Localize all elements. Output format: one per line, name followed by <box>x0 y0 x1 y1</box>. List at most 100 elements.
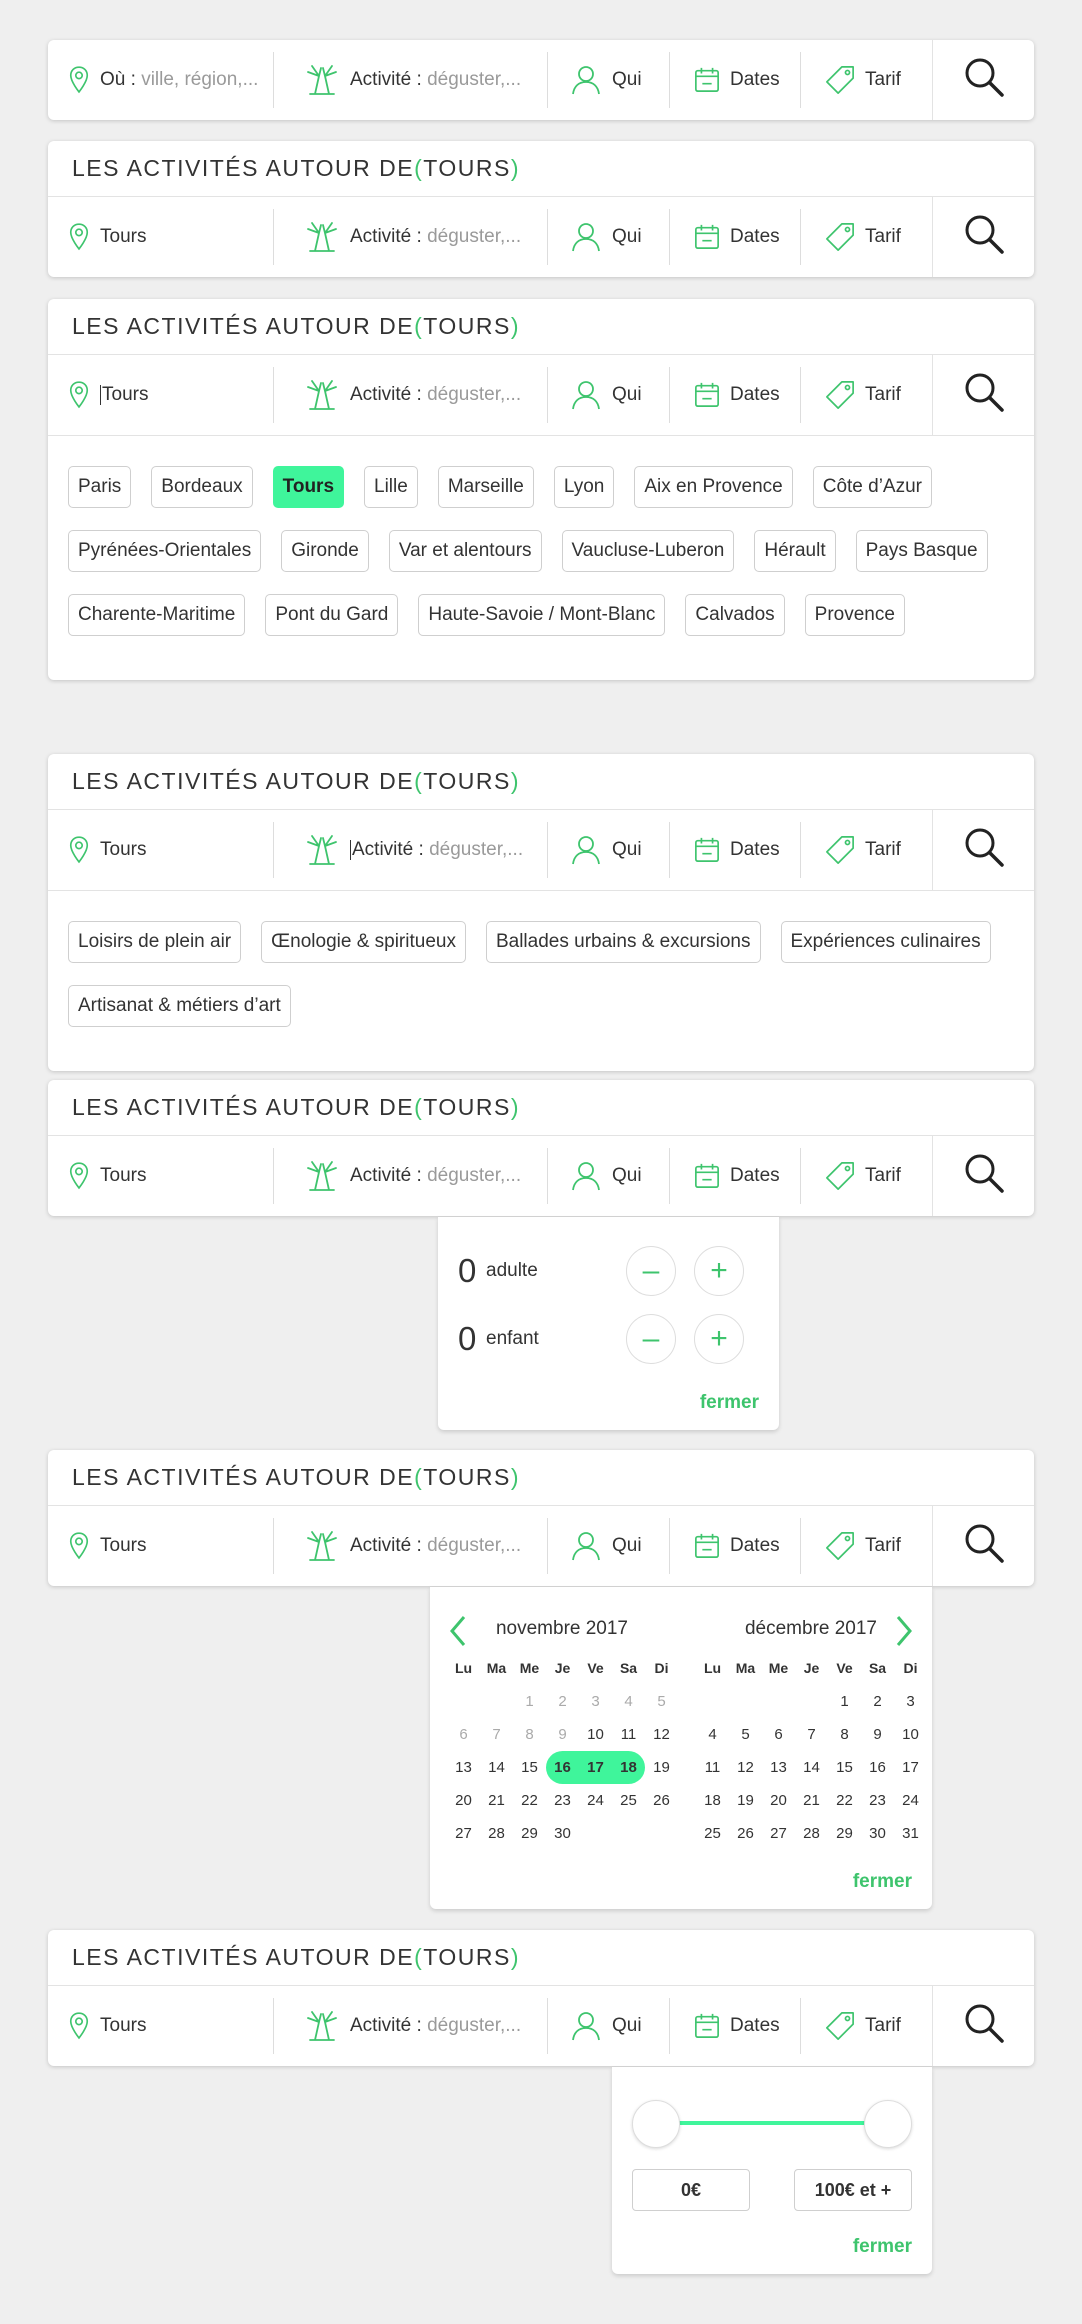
where-field[interactable]: Tours <box>48 822 274 878</box>
day-cell[interactable]: 16 <box>546 1751 579 1784</box>
activity-field[interactable]: Activité : déguster,... <box>274 52 548 108</box>
day-cell[interactable]: 26 <box>645 1784 678 1817</box>
activity-field[interactable]: Activité : déguster,... <box>274 367 548 423</box>
day-cell[interactable]: 19 <box>729 1784 762 1817</box>
destination-chip[interactable]: Haute-Savoie / Mont-Blanc <box>418 594 666 636</box>
search-button[interactable] <box>932 810 1034 890</box>
destination-chip[interactable]: Paris <box>68 466 132 508</box>
day-cell[interactable]: 29 <box>828 1817 861 1850</box>
destination-chip[interactable]: Vaucluse-Luberon <box>561 530 735 572</box>
day-cell[interactable]: 25 <box>612 1784 645 1817</box>
where-field[interactable]: Tours <box>48 1518 274 1574</box>
day-cell[interactable]: 19 <box>645 1751 678 1784</box>
day-cell[interactable]: 22 <box>828 1784 861 1817</box>
day-cell[interactable]: 25 <box>696 1817 729 1850</box>
destination-chip[interactable]: Gironde <box>281 530 369 572</box>
dates-field[interactable]: Dates <box>670 52 801 108</box>
day-cell[interactable]: 11 <box>612 1718 645 1751</box>
where-field[interactable]: Tours <box>48 1148 274 1204</box>
who-field[interactable]: Qui <box>548 52 670 108</box>
day-cell[interactable]: 12 <box>645 1718 678 1751</box>
where-field[interactable]: Tours <box>48 367 274 423</box>
day-cell[interactable]: 15 <box>828 1751 861 1784</box>
search-button[interactable] <box>932 355 1034 435</box>
day-cell[interactable]: 3 <box>894 1685 927 1718</box>
day-cell[interactable]: 26 <box>729 1817 762 1850</box>
search-button[interactable] <box>932 1136 1034 1216</box>
destination-chip[interactable]: Provence <box>804 594 905 636</box>
tarif-field[interactable]: Tarif <box>801 52 932 108</box>
activity-field[interactable]: Activité : déguster,... <box>274 1148 548 1204</box>
day-cell[interactable]: 17 <box>579 1751 612 1784</box>
who-field[interactable]: Qui <box>548 822 670 878</box>
who-field[interactable]: Qui <box>548 1148 670 1204</box>
day-cell[interactable]: 14 <box>480 1751 513 1784</box>
who-field[interactable]: Qui <box>548 1518 670 1574</box>
day-cell[interactable]: 13 <box>762 1751 795 1784</box>
children-minus-button[interactable]: – <box>626 1314 676 1364</box>
who-field[interactable]: Qui <box>548 367 670 423</box>
day-cell[interactable]: 14 <box>795 1751 828 1784</box>
activity-field[interactable]: Activité : déguster,... <box>274 1518 548 1574</box>
day-cell[interactable]: 27 <box>762 1817 795 1850</box>
destination-chip[interactable]: Tours <box>272 466 345 508</box>
day-cell[interactable]: 31 <box>894 1817 927 1850</box>
who-field[interactable]: Qui <box>548 209 670 265</box>
dates-field[interactable]: Dates <box>670 367 801 423</box>
activity-chip[interactable]: Loisirs de plein air <box>68 921 242 963</box>
where-field[interactable]: Tours <box>48 1998 274 2054</box>
day-cell[interactable]: 17 <box>894 1751 927 1784</box>
tarif-field[interactable]: Tarif <box>801 1998 932 2054</box>
destination-chip[interactable]: Pyrénées-Orientales <box>68 530 262 572</box>
destination-chip[interactable]: Lyon <box>553 466 615 508</box>
destination-chip[interactable]: Charente-Maritime <box>68 594 246 636</box>
close-button[interactable]: fermer <box>700 1392 759 1414</box>
dates-field[interactable]: Dates <box>670 1998 801 2054</box>
destination-chip[interactable]: Bordeaux <box>151 466 253 508</box>
day-cell[interactable]: 5 <box>729 1718 762 1751</box>
price-max-handle[interactable] <box>864 2100 912 2148</box>
activity-field[interactable]: Activité : déguster,... <box>274 1998 548 2054</box>
tarif-field[interactable]: Tarif <box>801 822 932 878</box>
day-cell[interactable]: 23 <box>861 1784 894 1817</box>
day-cell[interactable]: 8 <box>828 1718 861 1751</box>
day-cell[interactable]: 24 <box>894 1784 927 1817</box>
activity-field[interactable]: Activité : déguster,... <box>274 822 548 878</box>
tarif-field[interactable]: Tarif <box>801 1148 932 1204</box>
adults-minus-button[interactable]: – <box>626 1246 676 1296</box>
day-cell[interactable]: 10 <box>894 1718 927 1751</box>
day-cell[interactable]: 13 <box>447 1751 480 1784</box>
destination-chip[interactable]: Hérault <box>754 530 836 572</box>
day-cell[interactable]: 1 <box>828 1685 861 1718</box>
tarif-field[interactable]: Tarif <box>801 1518 932 1574</box>
destination-chip[interactable]: Marseille <box>437 466 534 508</box>
price-max-field[interactable]: 100€ et + <box>794 2169 912 2211</box>
activity-chip[interactable]: Œnologie & spiritueux <box>261 921 466 963</box>
close-button[interactable]: fermer <box>853 1871 912 1893</box>
price-min-handle[interactable] <box>632 2100 680 2148</box>
search-button[interactable] <box>932 40 1034 120</box>
day-cell[interactable]: 11 <box>696 1751 729 1784</box>
day-cell[interactable]: 30 <box>861 1817 894 1850</box>
search-button[interactable] <box>932 1506 1034 1586</box>
search-button[interactable] <box>932 1986 1034 2066</box>
activity-chip[interactable]: Ballades urbains & excursions <box>485 921 761 963</box>
activity-field[interactable]: Activité : déguster,... <box>274 209 548 265</box>
day-cell[interactable]: 7 <box>795 1718 828 1751</box>
close-button[interactable]: fermer <box>853 2236 912 2258</box>
day-cell[interactable]: 18 <box>612 1751 645 1784</box>
day-cell[interactable]: 21 <box>795 1784 828 1817</box>
day-cell[interactable]: 24 <box>579 1784 612 1817</box>
activity-chip[interactable]: Expériences culinaires <box>780 921 991 963</box>
day-cell[interactable]: 22 <box>513 1784 546 1817</box>
day-cell[interactable]: 20 <box>762 1784 795 1817</box>
destination-chip[interactable]: Lille <box>364 466 418 508</box>
day-cell[interactable]: 2 <box>861 1685 894 1718</box>
destination-chip[interactable]: Côte d’Azur <box>812 466 932 508</box>
day-cell[interactable]: 15 <box>513 1751 546 1784</box>
day-cell[interactable]: 16 <box>861 1751 894 1784</box>
day-cell[interactable]: 21 <box>480 1784 513 1817</box>
day-cell[interactable]: 12 <box>729 1751 762 1784</box>
day-cell[interactable]: 10 <box>579 1718 612 1751</box>
where-field[interactable]: Où : ville, région,... <box>48 52 274 108</box>
